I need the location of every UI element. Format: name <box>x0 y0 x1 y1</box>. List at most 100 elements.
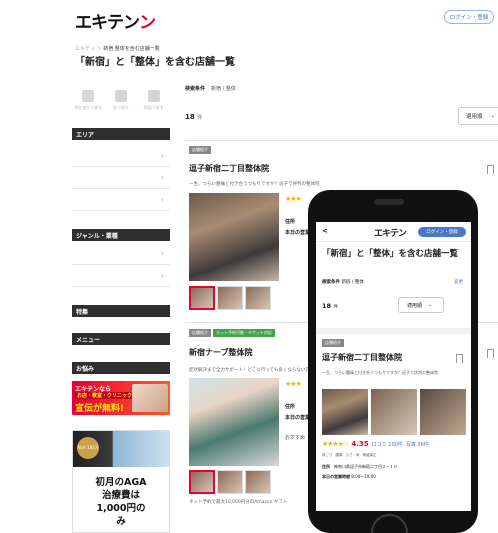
breadcrumb-home-link[interactable]: エキテン <box>75 46 95 52</box>
phone-shop-tags: 肩こり 腰痛 ひざ・肩 骨盤矯正 <box>322 453 377 458</box>
award-badge-icon: AGA 185万 <box>77 437 99 459</box>
photo-thumbnail[interactable] <box>217 286 243 310</box>
banner-text-line: 治療費は <box>101 490 140 501</box>
change-condition-link[interactable]: 変更 <box>454 279 463 285</box>
chevron-down-icon: ⌄ <box>490 113 496 119</box>
hours-value: 8:00〜19:00 <box>351 474 376 479</box>
shop-name-link[interactable]: 逗子新宿二丁目整体院 <box>189 163 269 174</box>
recommend-label: おすすめ <box>285 435 306 441</box>
phone-result-count: 18 件 <box>322 302 338 310</box>
ekiten-logo[interactable]: エキテンン <box>75 8 156 33</box>
result-count-unit: 件 <box>197 115 203 121</box>
shop-description: 症状解決まで全力サポート！どこに行っても良くならない方へ <box>189 368 315 373</box>
phone-shop-photo[interactable] <box>322 389 368 435</box>
phone-header: < エキテン ログイン・登録 <box>316 222 471 242</box>
shop-tag: 店舗紹介 <box>189 146 211 154</box>
quick-icon-label: 地図で探す <box>143 104 164 110</box>
quick-icon-label: 駅で探す <box>113 104 129 110</box>
phone-login-button[interactable]: ログイン・登録 <box>418 227 466 237</box>
sidebar-heading-menu[interactable]: メニュー <box>72 333 170 345</box>
banner-headline: 宣伝が無料! <box>75 404 125 414</box>
photo-thumbnail[interactable] <box>245 470 271 494</box>
phone-speaker <box>374 199 404 205</box>
page-title: 「新宿」と「整体」を含む店舗一覧 <box>75 57 235 68</box>
review-count-link[interactable]: 口コミ 100件 <box>372 441 403 448</box>
photo-thumbnail[interactable] <box>245 286 271 310</box>
sort-value: 適用順 <box>407 302 423 309</box>
phone-logo[interactable]: エキテン <box>374 226 407 239</box>
photo-thumbnail[interactable] <box>189 286 215 310</box>
phone-shop-photo[interactable] <box>420 389 466 435</box>
shop-name-link[interactable]: 新宿ナーブ整体院 <box>189 347 253 358</box>
shop-main-photo[interactable] <box>189 193 279 281</box>
banner-text-line: 1,000円の <box>96 503 146 514</box>
shop-feature-tag: 骨盤矯正 <box>362 453 377 457</box>
result-count: 18 件 <box>185 113 202 121</box>
sidebar-heading-special[interactable]: 特集 <box>72 305 170 317</box>
breadcrumb: エキテン ＞ 新宿 整体を含む店舗一覧 <box>75 45 160 52</box>
back-icon[interactable]: < <box>322 227 328 235</box>
hours-label: 本日の営業時間 <box>322 474 350 479</box>
phone-shop-photo[interactable] <box>371 389 417 435</box>
phone-hours-row: 本日の営業時間 8:00〜19:00 <box>322 474 376 480</box>
sidebar-heading-genre: ジャンル・業種 <box>72 229 170 241</box>
sidebar-item-genre-2[interactable]: › <box>72 265 170 287</box>
search-by-map-button[interactable]: 地図で探す <box>137 79 170 121</box>
chevron-right-icon: › <box>160 195 164 204</box>
phone-rating-row: ★★★★☆ 4.35 口コミ 100件 写真 36件 <box>322 440 429 448</box>
shop-tag: 店舗紹介 <box>189 329 211 337</box>
shop-description: 一生、つらい腰痛と付き合うつもりですか？逗子で評判の整体院 <box>189 182 320 187</box>
rating-stars: ★★★ <box>285 195 302 203</box>
station-icon <box>115 89 127 102</box>
sidebar-item-area-2[interactable]: › <box>72 167 170 189</box>
photo-thumbnail[interactable] <box>217 470 243 494</box>
phone-screen: < エキテン ログイン・登録 「新宿」と「整体」を含む店舗一覧 検索条件 新宿 … <box>316 222 471 511</box>
free-listing-banner[interactable]: エキテンなら お店・教室・クリニックまで 宣伝が無料! <box>72 381 170 415</box>
aga-ad-banner[interactable]: AGA 185万 初月のAGA 治療費は 1,000円の み <box>72 430 170 533</box>
phone-page-title: 「新宿」と「整体」を含む店舗一覧 <box>322 249 459 259</box>
search-by-location-button[interactable]: 現在地から探す <box>72 79 105 121</box>
count-unit: 件 <box>333 305 338 310</box>
sidebar-heading-concern[interactable]: お悩み <box>72 362 170 374</box>
photo-thumbnails <box>189 470 273 496</box>
condition-value: 新宿 / 整体 <box>341 280 364 285</box>
banner-text-line: 初月のAGA <box>95 477 147 488</box>
shop-feature-tag: 腰痛 <box>335 453 343 457</box>
chevron-right-icon: › <box>160 249 164 258</box>
map-icon <box>147 89 160 102</box>
quick-icon-label: 現在地から探す <box>74 104 103 110</box>
phone-shop-name[interactable]: 逗子新宿二丁目整体院 <box>322 352 402 363</box>
search-by-station-button[interactable]: 駅で探す <box>105 79 138 121</box>
shop-main-photo[interactable] <box>189 378 279 466</box>
sidebar-item-area-3[interactable]: › <box>72 189 170 211</box>
banner-text: 初月のAGA 治療費は 1,000円の み <box>73 476 169 528</box>
phone-shop-description: 一生、つらい腰痛と付き合うつもりですか？逗子で評判の整体院 <box>322 370 438 375</box>
phone-address-row: 住所 神奈川県逗子市新宿二丁目２−１０ <box>322 464 397 470</box>
sort-select[interactable]: 適用順 ⌄ <box>458 107 498 125</box>
bookmark-icon[interactable] <box>487 349 494 358</box>
photo-thumbnail[interactable] <box>189 470 215 494</box>
sort-select-value: 適用順 <box>466 114 483 120</box>
bookmark-icon[interactable] <box>456 354 463 363</box>
phone-sort-select[interactable]: 適用順 ⌄ <box>398 297 444 313</box>
chevron-right-icon: › <box>160 173 164 182</box>
condition-label: 検索条件 <box>322 280 340 285</box>
net-reservation-note: ネット予約で最大10,000円分のAmazon ギフト <box>189 500 288 505</box>
breadcrumb-current: 新宿 整体を含む店舗一覧 <box>103 46 160 52</box>
sidebar-item-genre-1[interactable]: › <box>72 243 170 265</box>
breadcrumb-separator: ＞ <box>96 46 102 52</box>
hours-label: 本日の営業 <box>285 415 311 421</box>
photo-count-link[interactable]: 写真 36件 <box>406 441 429 448</box>
login-button[interactable]: ログイン・登録 <box>444 10 494 24</box>
location-person-icon <box>82 89 95 102</box>
bookmark-icon[interactable] <box>487 165 494 174</box>
sidebar-item-area-1[interactable]: › <box>72 145 170 167</box>
search-condition-label: 検索条件 <box>185 86 206 92</box>
banner-photo <box>132 384 168 412</box>
hours-label: 本日の営業 <box>285 230 311 236</box>
count-number: 18 <box>322 302 332 310</box>
rating-stars: ★★★ <box>285 380 302 388</box>
rating-stars: ★★★★☆ <box>322 440 349 448</box>
address-label: 住所 <box>322 464 330 469</box>
photo-thumbnails <box>189 286 273 312</box>
